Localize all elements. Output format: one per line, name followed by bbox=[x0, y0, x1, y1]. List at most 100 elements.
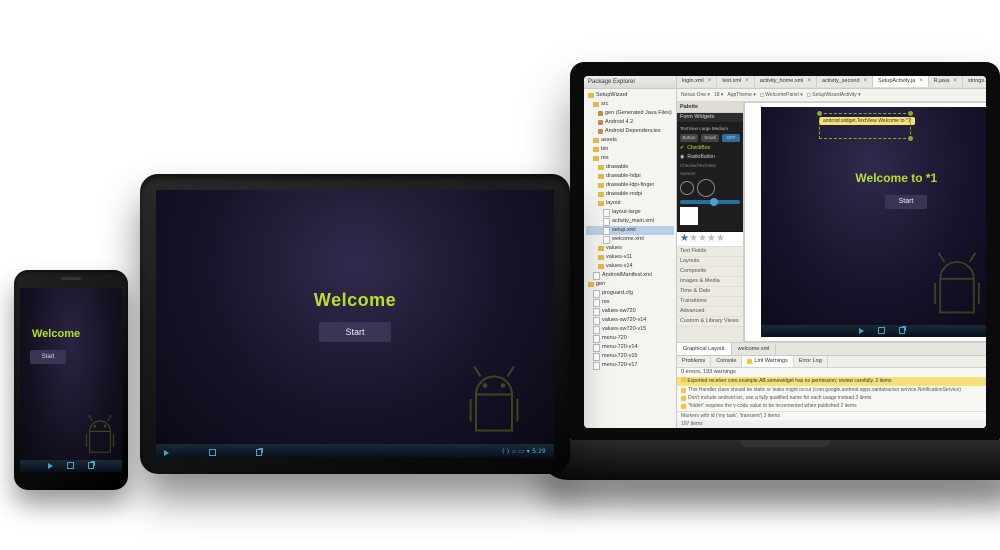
close-icon[interactable]: × bbox=[745, 76, 749, 87]
tree-item[interactable]: src bbox=[586, 100, 674, 109]
tree-item[interactable]: values-v14 bbox=[586, 262, 674, 271]
palette-spinner[interactable]: Spinner bbox=[680, 171, 740, 176]
tree-item[interactable]: assets bbox=[586, 136, 674, 145]
problems-highlighted-row[interactable]: Exported receiver com.example.AB.somewid… bbox=[677, 377, 986, 386]
tree-item[interactable]: welcome.xml bbox=[586, 235, 674, 244]
nav-home-icon[interactable] bbox=[67, 462, 74, 469]
tree-item[interactable]: values-v11 bbox=[586, 253, 674, 262]
toolbar-extra-2[interactable]: ◻ SetupWizardActivity ▾ bbox=[807, 92, 861, 98]
progress-circle-icon[interactable] bbox=[680, 181, 694, 195]
problems-tabs[interactable]: ProblemsConsole Lint WarningsError Log bbox=[677, 356, 986, 368]
project-tree[interactable]: SetupWizardsrcgen (Generated Java Files)… bbox=[584, 89, 676, 428]
progress-circle-large-icon[interactable] bbox=[697, 179, 715, 197]
palette-checkbox[interactable]: ✔ CheckBox bbox=[680, 145, 740, 151]
palette-rating-bar[interactable]: ★★★★★ bbox=[677, 232, 743, 247]
palette-section-form-widgets[interactable]: Form Widgets bbox=[677, 113, 743, 123]
problems-filter-row[interactable]: Markers with id ('my task', 'transient')… bbox=[677, 411, 986, 420]
tree-item[interactable]: drawable bbox=[586, 163, 674, 172]
editor-tab[interactable]: SetupActivity.ja× bbox=[873, 76, 929, 87]
tree-item[interactable]: values-sw720-v15 bbox=[586, 325, 674, 334]
tree-item[interactable]: values-sw720 bbox=[586, 307, 674, 316]
selection-outline[interactable] bbox=[819, 113, 911, 139]
palette-button-widget[interactable]: Button bbox=[680, 134, 698, 142]
subtab-xml[interactable]: welcome.xml bbox=[732, 343, 777, 355]
close-icon[interactable]: × bbox=[919, 76, 923, 87]
palette-small-button[interactable]: Small bbox=[701, 134, 719, 142]
preview-title-text[interactable]: Welcome to *1 bbox=[855, 171, 937, 185]
tree-item[interactable]: menu-720-v17 bbox=[586, 361, 674, 370]
tree-item[interactable]: Android Dependencies bbox=[586, 127, 674, 136]
resize-handle-icon[interactable] bbox=[817, 111, 822, 116]
tree-item[interactable]: menu-720-v15 bbox=[586, 352, 674, 361]
preview-start-button[interactable]: Start bbox=[885, 195, 927, 209]
palette-checkedtext[interactable]: CheckedTextView bbox=[680, 163, 740, 168]
editor-subtabs[interactable]: Graphical Layout welcome.xml bbox=[677, 342, 986, 355]
palette-section[interactable]: Layouts bbox=[677, 257, 743, 267]
editor-tab[interactable]: login.xml× bbox=[677, 76, 717, 87]
editor-tab[interactable]: strings.xml× bbox=[963, 76, 986, 87]
problems-row[interactable]: Don't include android:src, use a fully q… bbox=[677, 394, 986, 402]
close-icon[interactable]: × bbox=[864, 76, 868, 87]
nav-home-icon[interactable] bbox=[209, 449, 216, 456]
tree-item[interactable]: res bbox=[586, 154, 674, 163]
editor-tab[interactable]: test.xml× bbox=[717, 76, 754, 87]
palette-textview-row[interactable]: TextView Large Medium bbox=[680, 126, 740, 131]
resize-handle-icon[interactable] bbox=[908, 136, 913, 141]
problems-tab[interactable]: Problems bbox=[677, 356, 711, 367]
palette-section[interactable]: Composite bbox=[677, 267, 743, 277]
tree-item[interactable]: proguard.cfg bbox=[586, 289, 674, 298]
tree-item[interactable]: drawable-hdpi bbox=[586, 172, 674, 181]
tablet-start-button[interactable]: Start bbox=[319, 322, 391, 342]
tree-item[interactable]: layout bbox=[586, 199, 674, 208]
nav-recent-icon[interactable] bbox=[256, 449, 262, 456]
theme-dropdown[interactable]: AppTheme ▾ bbox=[727, 92, 755, 98]
tree-item[interactable]: activity_main.xml bbox=[586, 217, 674, 226]
problems-tab[interactable]: Console bbox=[711, 356, 742, 367]
editor-tab[interactable]: activity_home.xml× bbox=[755, 76, 817, 87]
editor-tab[interactable]: R.java× bbox=[929, 76, 963, 87]
tree-item[interactable]: gen bbox=[586, 280, 674, 289]
problems-tab[interactable]: Lint Warnings bbox=[742, 356, 793, 367]
tree-item[interactable]: drawable-mdpi bbox=[586, 190, 674, 199]
toolbar-extra-1[interactable]: ◻ WelcomePanel ▾ bbox=[760, 92, 803, 98]
nav-back-icon[interactable] bbox=[48, 463, 53, 469]
tree-item[interactable]: bin bbox=[586, 145, 674, 154]
resize-handle-icon[interactable] bbox=[908, 111, 913, 116]
tree-item[interactable]: Android 4.2 bbox=[586, 118, 674, 127]
palette-section[interactable]: Custom & Library Views bbox=[677, 317, 743, 327]
tree-item[interactable]: setup.xml bbox=[586, 226, 674, 235]
api-level-dropdown[interactable]: 18 ▾ bbox=[714, 92, 723, 98]
problems-tab[interactable]: Error Log bbox=[794, 356, 828, 367]
problems-row[interactable]: This Handler class should be static or l… bbox=[677, 386, 986, 394]
tree-item[interactable]: menu-720 bbox=[586, 334, 674, 343]
editor-tab[interactable]: activity_second× bbox=[817, 76, 873, 87]
quickcontact-icon[interactable] bbox=[680, 207, 698, 225]
close-icon[interactable]: × bbox=[953, 76, 957, 87]
palette-seekbar[interactable] bbox=[680, 200, 740, 204]
tree-item[interactable]: values bbox=[586, 244, 674, 253]
palette-section[interactable]: Transitions bbox=[677, 297, 743, 307]
palette-radio[interactable]: ◉ RadioButton bbox=[680, 154, 740, 160]
palette-section[interactable]: Text Fields bbox=[677, 247, 743, 257]
phone-start-button[interactable]: Start bbox=[30, 350, 66, 364]
palette-section[interactable]: Advanced bbox=[677, 307, 743, 317]
problems-rows[interactable]: This Handler class should be static or l… bbox=[677, 386, 986, 411]
layout-canvas[interactable]: android.widget.TextView Welcome to *1 We… bbox=[744, 102, 986, 342]
palette-section[interactable]: Time & Date bbox=[677, 287, 743, 297]
palette-toggle-off[interactable]: OFF bbox=[722, 134, 740, 142]
tree-item[interactable]: res bbox=[586, 298, 674, 307]
tree-item[interactable]: AndroidManifest.xml bbox=[586, 271, 674, 280]
tree-item[interactable]: drawable-ldpi-finger bbox=[586, 181, 674, 190]
nav-back-icon[interactable] bbox=[164, 450, 169, 456]
problems-row[interactable]: "folder" requires the v-code value to be… bbox=[677, 402, 986, 410]
close-icon[interactable]: × bbox=[708, 76, 712, 87]
tree-item[interactable]: SetupWizard bbox=[586, 91, 674, 100]
tree-item[interactable]: gen (Generated Java Files) bbox=[586, 109, 674, 118]
tree-item[interactable]: values-sw720-v14 bbox=[586, 316, 674, 325]
close-icon[interactable]: × bbox=[807, 76, 811, 87]
editor-tabs[interactable]: login.xml×test.xml×activity_home.xml×act… bbox=[677, 76, 986, 89]
palette-section[interactable]: Images & Media bbox=[677, 277, 743, 287]
tree-item[interactable]: layout-large bbox=[586, 208, 674, 217]
layout-toolbar[interactable]: Nexus One ▾ 18 ▾ AppTheme ▾ ◻ WelcomePan… bbox=[677, 89, 986, 102]
subtab-graphical[interactable]: Graphical Layout bbox=[677, 343, 732, 355]
